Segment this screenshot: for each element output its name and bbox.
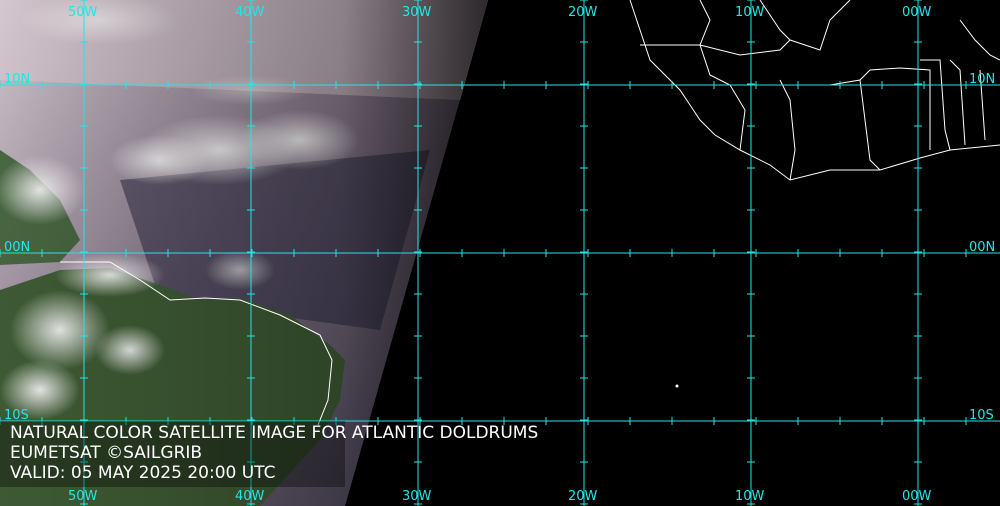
lon-label-top-50w: 50W [68,5,98,20]
lon-label-top-40w: 40W [235,5,265,20]
lon-label-bottom-40w: 40W [235,489,265,504]
lon-label-bottom-50w: 50W [68,489,98,504]
lon-label-bottom-30w: 30W [402,489,432,504]
lat-label-right-10n: 10N [969,72,995,87]
lon-label-bottom-00w: 00W [902,489,932,504]
lon-label-top-10w: 10W [735,5,765,20]
lon-label-bottom-20w: 20W [568,489,598,504]
lat-label-left-00n: 00N [4,240,30,255]
caption-title: NATURAL COLOR SATELLITE IMAGE FOR ATLANT… [10,423,539,443]
caption-valid-time: VALID: 05 MAY 2025 20:00 UTC [10,463,276,483]
lat-label-right-00n: 00N [969,240,995,255]
lon-label-top-30w: 30W [402,5,432,20]
lat-label-left-10n: 10N [4,72,30,87]
caption-credit: EUMETSAT ©SAILGRIB [10,443,203,463]
lon-label-bottom-10w: 10W [735,489,765,504]
lon-label-top-20w: 20W [568,5,598,20]
lon-label-top-00w: 00W [902,5,932,20]
lat-label-right-10s: 10S [969,408,994,423]
island-dot [675,384,679,388]
